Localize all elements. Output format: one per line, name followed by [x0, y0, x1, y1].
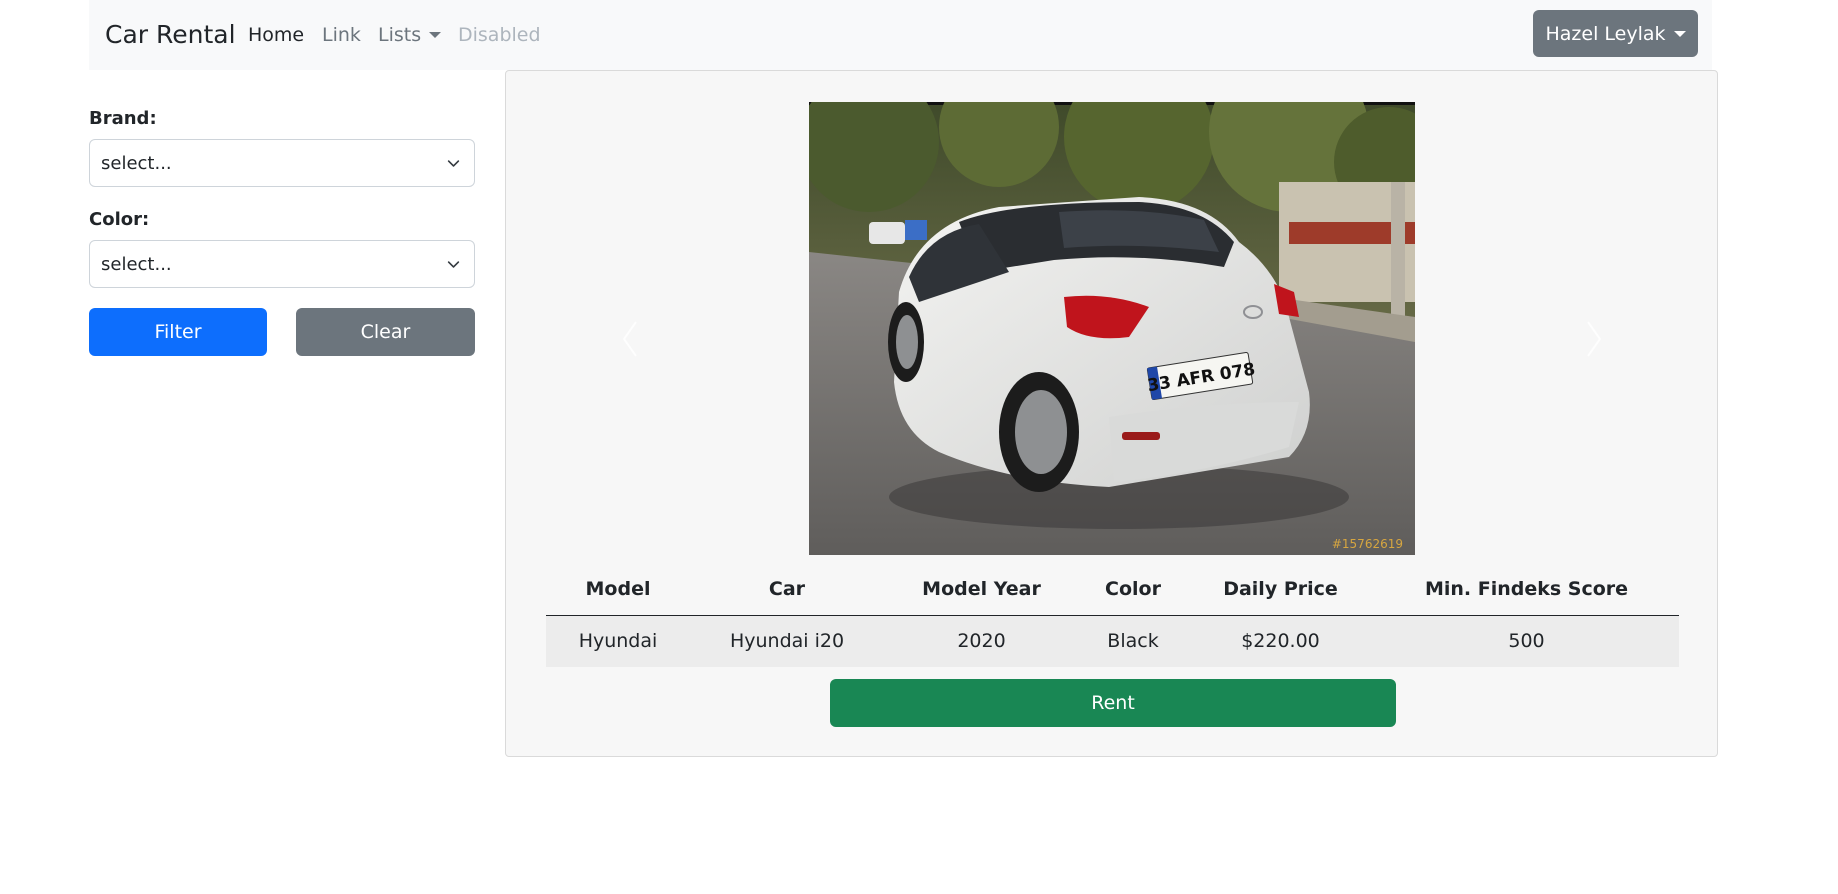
- cell-daily-price: $220.00: [1187, 615, 1374, 667]
- user-name: Hazel Leylak: [1545, 22, 1666, 45]
- filter-sidebar: Brand: select... Color: select... Filter…: [89, 108, 475, 356]
- header-min-findeks-score: Min. Findeks Score: [1374, 563, 1679, 616]
- header-color: Color: [1079, 563, 1187, 616]
- car-info-table: Model Car Model Year Color Daily Price M…: [546, 563, 1679, 667]
- chevron-down-icon: [447, 260, 460, 268]
- cell-min-findeks-score: 500: [1374, 615, 1679, 667]
- nav-dropdown-lists-label: Lists: [378, 24, 422, 46]
- filter-actions: Filter Clear: [89, 308, 475, 356]
- nav-link-home[interactable]: Home: [248, 24, 304, 46]
- filter-button[interactable]: Filter: [89, 308, 267, 356]
- clear-button[interactable]: Clear: [296, 308, 475, 356]
- color-label: Color:: [89, 209, 150, 230]
- navbar-brand[interactable]: Car Rental: [105, 20, 236, 49]
- header-daily-price: Daily Price: [1187, 563, 1374, 616]
- caret-down-icon: [1673, 30, 1686, 37]
- header-car: Car: [690, 563, 884, 616]
- user-dropdown-button[interactable]: Hazel Leylak: [1533, 10, 1698, 57]
- cell-color: Black: [1079, 615, 1187, 667]
- table-row: Hyundai Hyundai i20 2020 Black $220.00 5…: [546, 615, 1679, 667]
- brand-label: Brand:: [89, 108, 157, 129]
- nav-link-link[interactable]: Link: [322, 24, 361, 46]
- header-model-year: Model Year: [884, 563, 1079, 616]
- car-photo: 33 AFR 078 #15762619: [809, 102, 1415, 555]
- carousel-prev-icon[interactable]: [620, 319, 640, 359]
- nav-dropdown-lists[interactable]: Lists: [378, 24, 442, 46]
- table-header-row: Model Car Model Year Color Daily Price M…: [546, 563, 1679, 616]
- car-image-carousel: 33 AFR 078 #15762619: [809, 102, 1415, 555]
- cell-model-year: 2020: [884, 615, 1079, 667]
- nav-link-disabled: Disabled: [458, 24, 541, 46]
- car-detail-panel: 33 AFR 078 #15762619 Model Car Model Yea…: [505, 70, 1718, 757]
- rent-button[interactable]: Rent: [830, 679, 1396, 727]
- color-select[interactable]: select...: [89, 240, 475, 288]
- navbar: Car Rental Home Link Lists Disabled Haze…: [89, 0, 1712, 70]
- carousel-next-icon[interactable]: [1584, 319, 1604, 359]
- cell-model: Hyundai: [546, 615, 690, 667]
- cell-car: Hyundai i20: [690, 615, 884, 667]
- chevron-down-icon: [447, 159, 460, 167]
- brand-select[interactable]: select...: [89, 139, 475, 187]
- photo-watermark: #15762619: [1332, 537, 1403, 551]
- color-select-value: select...: [101, 253, 172, 275]
- caret-down-icon: [429, 32, 442, 38]
- header-model: Model: [546, 563, 690, 616]
- brand-select-value: select...: [101, 152, 172, 174]
